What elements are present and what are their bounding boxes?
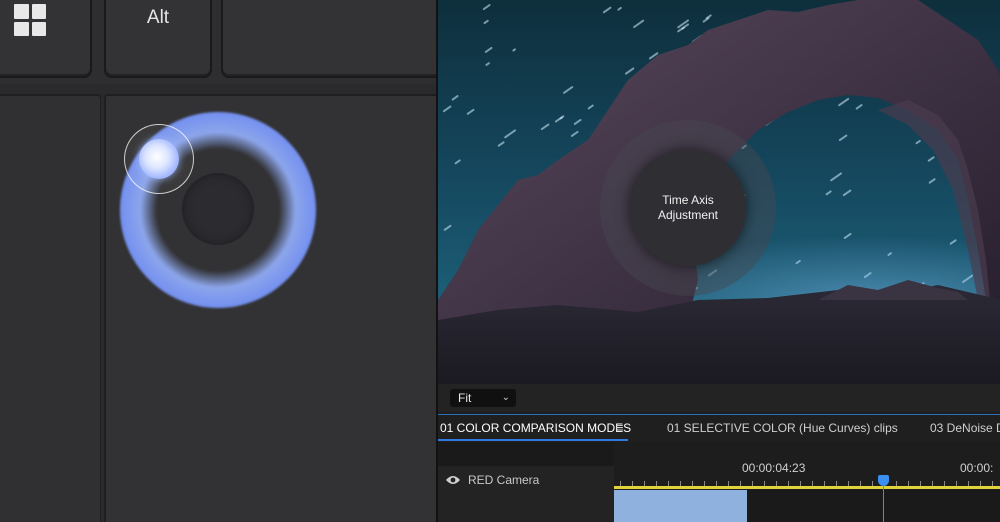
ruler-timecode: 00:00:	[960, 461, 994, 475]
timeline-panel: RED Camera 00:00:04:23 00:00:	[438, 442, 1000, 522]
track-name: RED Camera	[468, 473, 540, 487]
spacebar-key[interactable]	[221, 0, 436, 78]
alt-key-label: Alt	[146, 7, 170, 28]
time-axis-dial[interactable]: Time Axis Adjustment	[630, 150, 746, 266]
video-editor: Time Axis Adjustment Fit ⌄ 01 COLOR COMP…	[436, 0, 1000, 522]
time-ruler[interactable]: 00:00:04:23 00:00:	[614, 442, 1000, 522]
gesture-ring-center	[182, 173, 254, 245]
work-area-bar[interactable]	[614, 486, 1000, 489]
keyboard-touchpad-area: Alt	[0, 0, 436, 522]
playhead-handle[interactable]	[878, 475, 889, 486]
dial-label: Time Axis Adjustment	[657, 193, 719, 222]
tab-color-comparison-modes[interactable]: 01 COLOR COMPARISON MODES	[440, 421, 631, 435]
tab-denoise[interactable]: 03 DeNoise D	[930, 421, 1000, 435]
palm-rest-left	[0, 94, 101, 522]
active-tab-indicator	[438, 439, 628, 441]
track-header: RED Camera	[438, 466, 615, 522]
ruler-timecode: 00:00:04:23	[742, 461, 806, 475]
windows-key[interactable]	[0, 0, 92, 78]
zoom-fit-dropdown[interactable]: Fit ⌄	[450, 389, 516, 407]
zoom-fit-value: Fit	[458, 391, 472, 405]
program-monitor[interactable]: Time Axis Adjustment	[438, 0, 1000, 384]
tab-selective-color[interactable]: 01 SELECTIVE COLOR (Hue Curves) clips	[667, 421, 898, 435]
alt-key[interactable]: Alt	[104, 0, 212, 78]
video-clip[interactable]	[614, 490, 747, 522]
eye-icon[interactable]	[446, 475, 460, 485]
finger-touch-point	[139, 139, 179, 179]
windows-logo-icon	[14, 4, 46, 36]
sequence-tabs: 01 COLOR COMPARISON MODES ≡ 01 SELECTIVE…	[438, 414, 1000, 443]
viewer-controls-bar: Fit ⌄	[438, 384, 1000, 412]
hamburger-menu-icon[interactable]: ≡	[616, 420, 624, 435]
playhead-line	[883, 486, 884, 522]
chevron-down-icon: ⌄	[501, 392, 510, 403]
